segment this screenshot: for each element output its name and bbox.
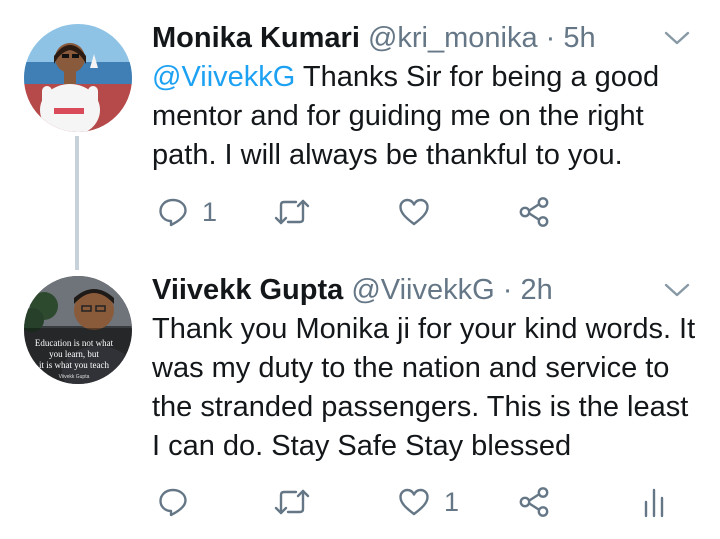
reply-icon: [159, 198, 187, 227]
retweet-button[interactable]: [274, 482, 324, 522]
tweet-viivekk[interactable]: Education is not what you learn, but it …: [0, 264, 720, 539]
avatar-caption-line-1: Education is not what: [35, 338, 114, 348]
analytics-icon: [644, 488, 664, 518]
chevron-down-icon[interactable]: [664, 280, 690, 300]
separator: ·: [502, 274, 513, 306]
avatar[interactable]: Education is not what you learn, but it …: [24, 276, 132, 384]
reply-button[interactable]: 1: [158, 192, 217, 232]
avatar-caption-line-3: it is what you teach: [39, 360, 109, 370]
like-icon: [399, 488, 429, 516]
timestamp[interactable]: 5h: [563, 22, 595, 54]
analytics-button[interactable]: [642, 482, 666, 522]
retweet-icon: [274, 199, 310, 225]
like-button[interactable]: [398, 192, 444, 232]
avatar-caption-line-4: Viivekk Gupta: [59, 374, 90, 380]
like-count: 1: [444, 486, 460, 517]
tweet-header: Monika Kumari @kri_monika · 5h: [152, 20, 596, 56]
user-handle[interactable]: @kri_monika: [368, 22, 538, 54]
tweet-text: @ViivekkG Thanks Sir for being a good me…: [152, 58, 697, 175]
tweet-header: Viivekk Gupta @ViivekkG · 2h: [152, 272, 553, 308]
tweet-text: Thank you Monika ji for your kind words.…: [152, 313, 696, 462]
mention-link[interactable]: @ViivekkG: [152, 61, 295, 93]
avatar[interactable]: [24, 24, 132, 132]
avatar-caption-line-2: you learn, but: [49, 349, 99, 359]
chevron-down-icon[interactable]: [664, 28, 690, 48]
display-name[interactable]: Monika Kumari: [152, 22, 360, 54]
user-handle[interactable]: @ViivekkG: [351, 274, 494, 306]
tweet-monika[interactable]: Monika Kumari @kri_monika · 5h @ViivekkG…: [0, 0, 720, 260]
reply-button[interactable]: [158, 482, 202, 522]
share-button[interactable]: [518, 192, 550, 232]
like-icon: [399, 198, 429, 226]
retweet-icon: [274, 489, 310, 515]
retweet-button[interactable]: [274, 192, 324, 232]
reply-count: 1: [202, 196, 218, 227]
share-icon: [519, 197, 549, 227]
share-button[interactable]: [518, 482, 550, 522]
share-icon: [519, 487, 549, 517]
like-button[interactable]: 1: [398, 482, 459, 522]
separator: ·: [545, 22, 556, 54]
reply-icon: [159, 488, 187, 517]
display-name[interactable]: Viivekk Gupta: [152, 274, 343, 306]
timestamp[interactable]: 2h: [520, 274, 552, 306]
tweet-actions: 1: [152, 482, 692, 522]
tweet-actions: 1: [152, 192, 692, 232]
